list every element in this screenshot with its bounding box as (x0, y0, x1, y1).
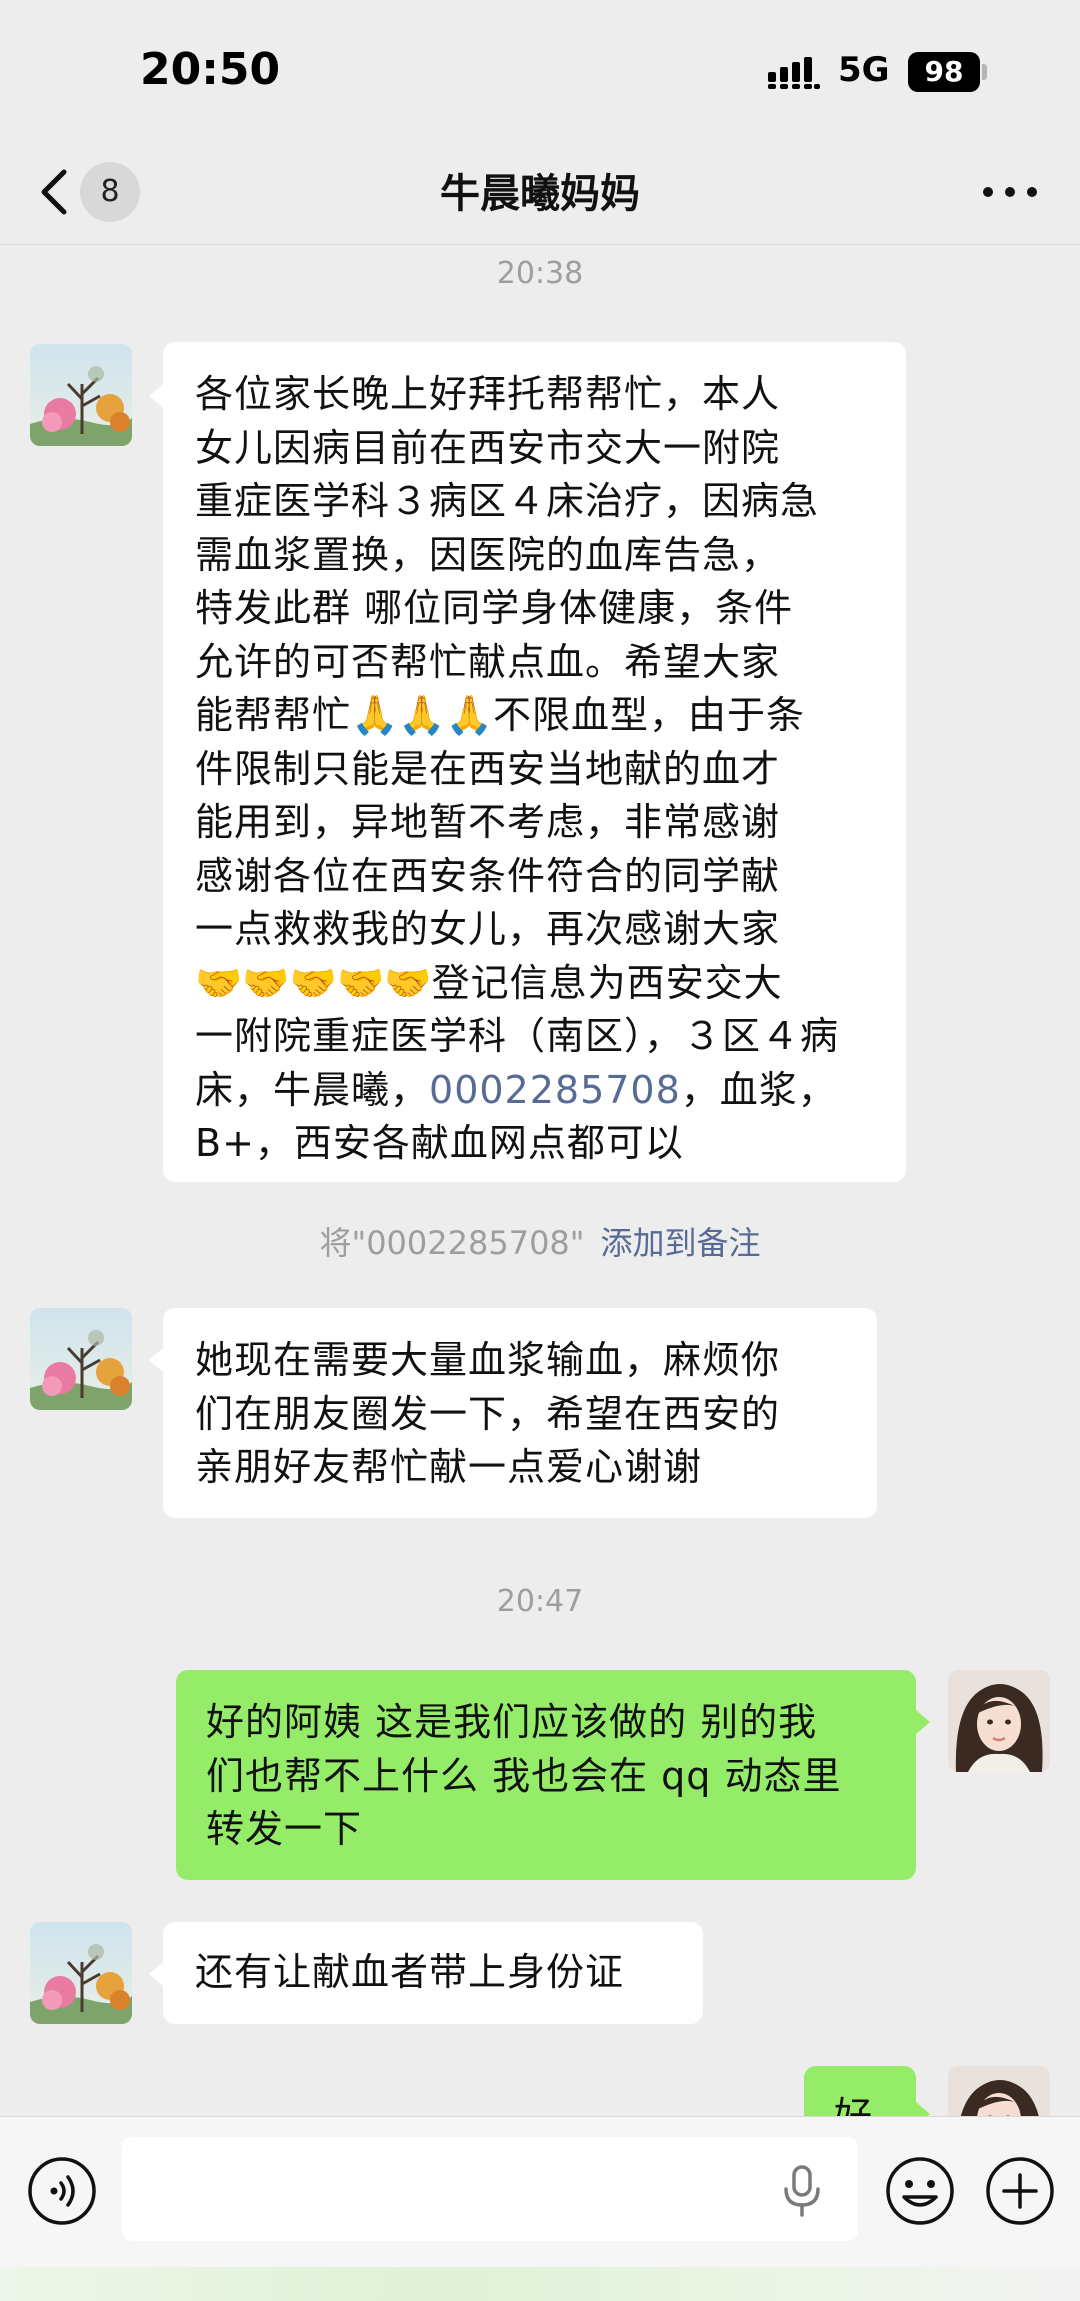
emoji-icon[interactable] (884, 2155, 956, 2227)
handshake-emoji: 🤝🤝🤝🤝🤝 (195, 960, 432, 1005)
message-line: 她现在需要大量血浆输血，麻烦你 (195, 1338, 781, 1382)
bubble-notch (149, 384, 163, 408)
message-line: 们也帮不上什么 我也会在 qq 动态里 (206, 1753, 842, 1798)
bubble-notch (149, 1348, 163, 1372)
message-line: 需血浆置换，因医院的血库告急， (195, 532, 781, 577)
contact-avatar[interactable] (30, 1308, 132, 1410)
battery-tip (982, 64, 987, 80)
plus-icon[interactable] (984, 2155, 1056, 2227)
add-to-remark-link[interactable]: 添加到备注 (601, 1224, 761, 1262)
phone-number-link[interactable]: 0002285708 (429, 1068, 681, 1112)
message-line: 感谢各位在西安条件符合的同学献 (195, 853, 781, 898)
voice-icon[interactable] (26, 2155, 98, 2227)
message-line: 件限制只能是在西安当地献的血才 (195, 746, 781, 791)
message-timestamp: 20:47 (496, 1584, 584, 1619)
message-bubble-outgoing[interactable]: 好的阿姨 这是我们应该做的 别的我 们也帮不上什么 我也会在 qq 动态里 转发… (176, 1670, 916, 1880)
contact-avatar[interactable] (30, 344, 132, 446)
chat-title: 牛晨曦妈妈 (440, 171, 640, 217)
message-timestamp: 20:38 (496, 256, 584, 291)
message-line: 各位家长晚上好拜托帮帮忙，本人 (195, 372, 781, 416)
message-line: 一附院重症医学科（南区），３区４病 (195, 1014, 840, 1058)
message-line: 特发此群 哪位同学身体健康，条件 (195, 586, 794, 630)
message-line: ，血浆， (680, 1067, 837, 1112)
message-line: 床，牛晨曦， (195, 1067, 430, 1112)
message-line: 不限血型，由于条 (492, 693, 805, 737)
bubble-notch (916, 1710, 930, 1734)
message-input[interactable] (122, 2137, 858, 2241)
bubble-notch (149, 1962, 163, 1986)
signal-icon (768, 57, 820, 89)
message-line: 能帮帮忙 (195, 693, 352, 737)
status-bar: 20:50 5G 98 (0, 0, 1080, 140)
user-avatar[interactable] (948, 1670, 1050, 1772)
pray-emoji: 🙏🙏🙏 (351, 693, 493, 737)
unread-count-badge[interactable]: 8 (80, 162, 140, 222)
home-indicator-area (0, 2267, 1080, 2301)
message-line: B+，西安各献血网点都可以 (195, 1121, 684, 1165)
remark-hint: 将"0002285708" 添加到备注 (0, 1218, 1080, 1264)
message-line: 女儿因病目前在西安市交大一附院 (195, 425, 781, 470)
mic-icon[interactable] (780, 2163, 824, 2219)
chat-input-bar (0, 2116, 1080, 2301)
message-line: 能用到，异地暂不考虑，非常感谢 (195, 800, 781, 844)
message-line: 登记信息为西安交大 (431, 960, 783, 1005)
battery-icon: 98 (908, 52, 980, 92)
message-line: 还有让献血者带上身份证 (195, 1950, 625, 1994)
contact-avatar[interactable] (30, 1922, 132, 2024)
message-line: 转发一下 (206, 1807, 363, 1851)
network-type: 5G (838, 50, 890, 90)
chevron-left-icon[interactable] (30, 160, 80, 224)
remark-hint-text: 将"0002285708" (319, 1224, 585, 1262)
message-line: 允许的可否帮忙献点血。希望大家 (195, 639, 781, 684)
status-time: 20:50 (140, 44, 281, 95)
nav-bar: 8 牛晨曦妈妈 (0, 140, 1080, 245)
message-line: 们在朋友圈发一下，希望在西安的 (195, 1391, 781, 1436)
chat-screen: 20:50 5G 98 8 牛晨曦妈妈 20:38 各位家长晚上好拜托帮帮忙，本… (0, 0, 1080, 2301)
message-line: 一点救救我的女儿，再次感谢大家 (195, 907, 781, 951)
message-line: 亲朋好友帮忙献一点爱心谢谢 (195, 1445, 703, 1489)
message-line: 好的阿姨 这是我们应该做的 别的我 (206, 1700, 818, 1744)
message-bubble-incoming[interactable]: 各位家长晚上好拜托帮帮忙，本人 女儿因病目前在西安市交大一附院 重症医学科３病区… (163, 342, 906, 1182)
message-bubble-incoming[interactable]: 还有让献血者带上身份证 (163, 1922, 703, 2024)
message-bubble-incoming[interactable]: 她现在需要大量血浆输血，麻烦你 们在朋友圈发一下，希望在西安的 亲朋好友帮忙献一… (163, 1308, 877, 1518)
message-line: 重症医学科３病区４床治疗，因病急 (195, 479, 820, 523)
more-dots-icon[interactable] (978, 170, 1042, 214)
